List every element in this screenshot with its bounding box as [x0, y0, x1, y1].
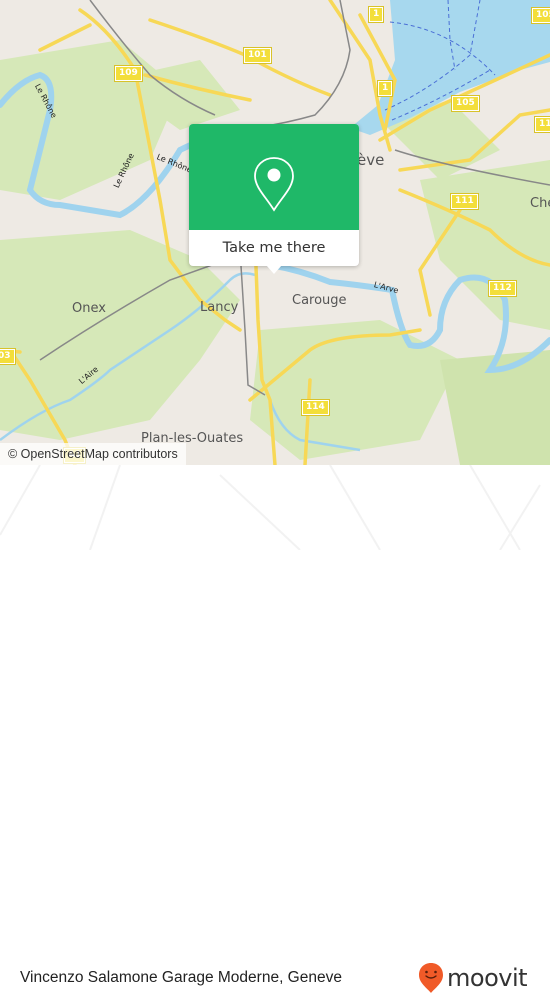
destination-popup: Take me there [189, 124, 359, 274]
take-me-there-button[interactable]: Take me there [189, 230, 359, 266]
place-label-onex: Onex [72, 301, 106, 316]
road-shield-03: 03 [0, 348, 16, 365]
popup-pointer [266, 265, 282, 274]
moovit-pin-icon [419, 963, 443, 993]
place-label-lancy: Lancy [200, 300, 239, 315]
moovit-logo[interactable]: moovit [418, 962, 528, 994]
road-shield-112: 112 [488, 280, 517, 297]
road-shield-114: 114 [301, 399, 330, 416]
place-label-chene: Che [530, 196, 550, 211]
place-title: Vincenzo Salamone Garage Moderne, Geneve [20, 969, 342, 986]
road-shield-101: 101 [243, 47, 272, 64]
road-shield-1-south: 1 [376, 80, 394, 97]
place-label-carouge: Carouge [292, 293, 347, 308]
map[interactable]: Onex Lancy Carouge Plan-les-Ouates ève C… [0, 0, 550, 465]
place-label-geneve: ève [357, 151, 385, 169]
moovit-logo-text: moovit [447, 964, 528, 992]
popup-header [189, 124, 359, 230]
road-shield-111: 111 [450, 193, 479, 210]
road-shield-105: 105 [451, 95, 480, 112]
road-shield-1-north: 1 [367, 6, 385, 23]
map-pin-icon [254, 157, 294, 212]
footer-background-pattern [0, 465, 541, 550]
footer: Vincenzo Salamone Garage Moderne, Geneve… [0, 465, 550, 993]
map-attribution[interactable]: © OpenStreetMap contributors [0, 443, 186, 465]
road-shield-111-east: 111 [534, 116, 550, 133]
road-shield-105-east: 105 [531, 7, 550, 24]
road-shield-109: 109 [114, 65, 143, 82]
